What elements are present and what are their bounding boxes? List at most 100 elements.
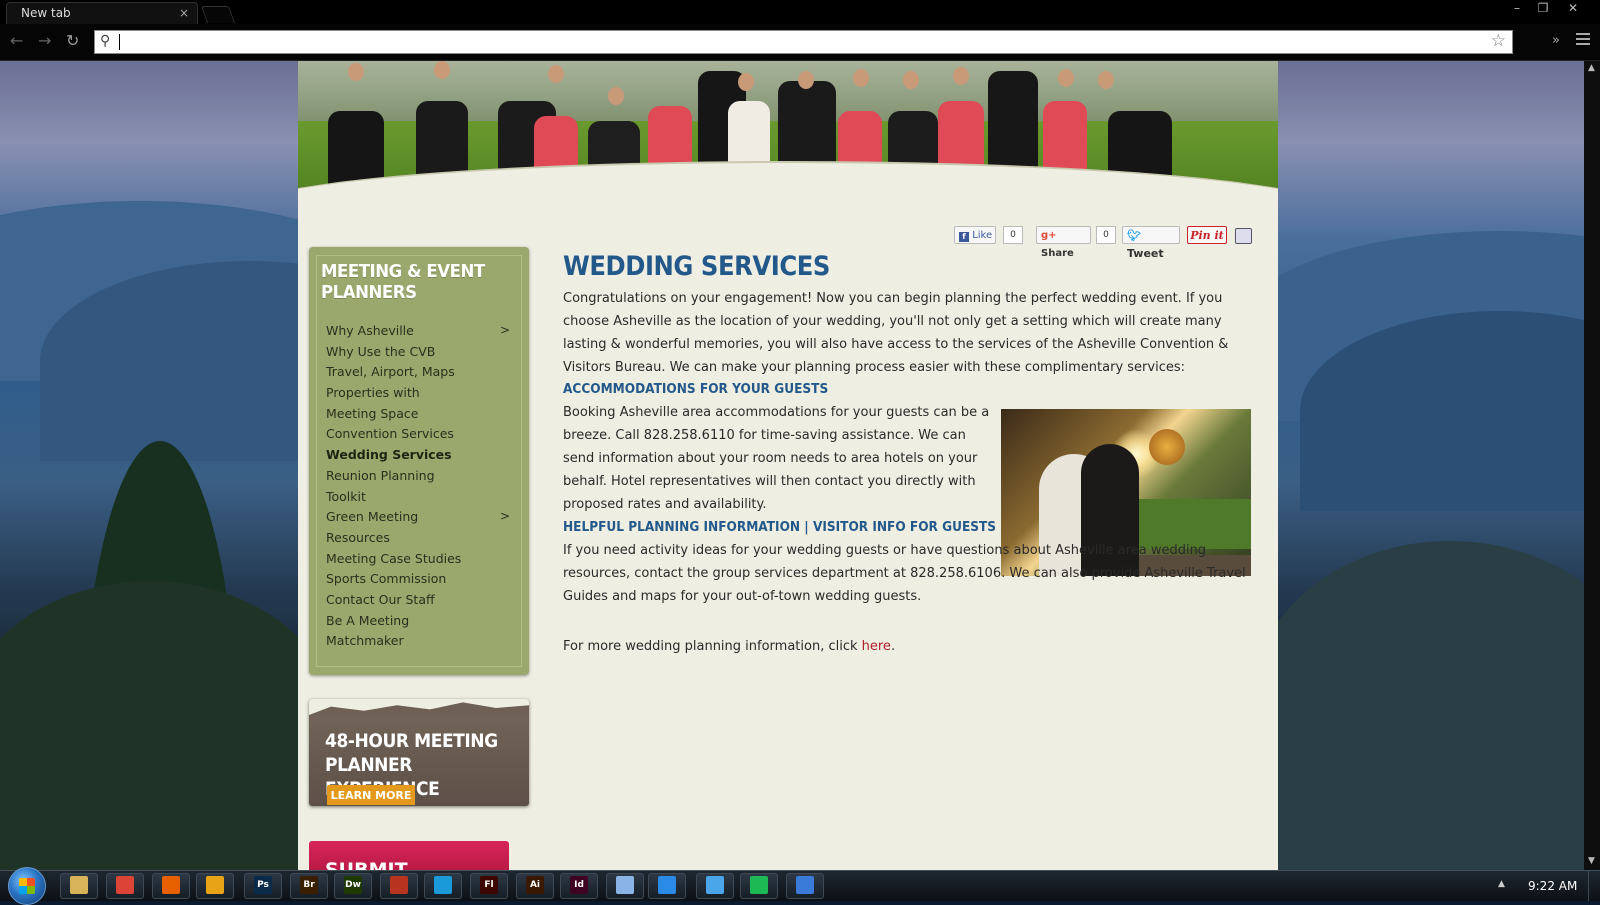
outlook-icon [206, 876, 224, 894]
header-banner-photo [298, 61, 1278, 221]
taskbar-bridge-button[interactable]: Br [290, 873, 328, 899]
taskbar-flash-button[interactable]: Fl [470, 873, 508, 899]
share-count: 0 [1096, 226, 1116, 244]
scroll-down-icon[interactable]: ▼ [1588, 856, 1595, 866]
taskbar-filezilla-button[interactable] [380, 873, 418, 899]
sidebar-nav: MEETING & EVENT PLANNERS Why Asheville > … [309, 247, 529, 675]
submit-label: SUBMIT [325, 859, 408, 870]
taskbar-window-button[interactable] [786, 873, 824, 899]
banner-head [608, 87, 624, 105]
flash-icon: Fl [480, 876, 498, 894]
taskbar-file-explorer-button[interactable] [60, 873, 98, 899]
pinterest-pin-button[interactable]: Pin it [1187, 226, 1227, 244]
learn-more-button[interactable]: LEARN MORE [327, 785, 415, 805]
planner-experience-promo[interactable]: 48-HOUR MEETING PLANNER EXPERIENCE LEARN… [309, 699, 529, 806]
show-desktop-button[interactable] [1588, 871, 1600, 901]
sidebar-item-toolkit[interactable]: Toolkit [326, 489, 510, 510]
banner-head [738, 73, 754, 91]
taskbar-firefox-button[interactable] [152, 873, 190, 899]
dreamweaver-icon: Dw [344, 876, 362, 894]
banner-head [953, 67, 969, 85]
sidebar-item-resources[interactable]: Resources [326, 530, 510, 551]
hamburger-menu-icon[interactable] [1576, 33, 1590, 48]
reload-icon[interactable]: ↻ [66, 33, 79, 49]
taskbar-messenger-button[interactable] [648, 873, 686, 899]
sidebar-item-travel[interactable]: Travel, Airport, Maps [326, 364, 510, 385]
forward-icon[interactable]: → [38, 33, 51, 49]
tweet-button[interactable]: 🐦︎ Tweet [1122, 226, 1180, 260]
banner-head [903, 71, 919, 89]
itunes-icon [706, 876, 724, 894]
taskbar-dreamweaver-button[interactable]: Dw [334, 873, 372, 899]
tab-new-tab[interactable]: New tab × [6, 2, 198, 24]
show-hidden-icons[interactable]: ▲ [1498, 879, 1505, 889]
taskbar-outlook-button[interactable] [196, 873, 234, 899]
sidebar-item-reunion-planning[interactable]: Reunion Planning [326, 468, 510, 489]
sidebar-item-case-studies[interactable]: Meeting Case Studies [326, 551, 510, 572]
address-bar[interactable]: ⚲ ☆ [94, 30, 1513, 54]
address-input[interactable] [119, 34, 1484, 50]
browser-toolbar: ← → ↻ ⚲ ☆ » [0, 24, 1600, 61]
sidebar-item-label: Wedding Services [326, 447, 452, 463]
submit-banner[interactable]: SUBMIT [309, 841, 509, 870]
tab-title: New tab [21, 6, 71, 20]
star-icon[interactable]: ☆ [1491, 31, 1506, 51]
taskbar-spotify-button[interactable] [740, 873, 778, 899]
back-icon[interactable]: ← [10, 33, 23, 49]
sidebar-item-green-meeting[interactable]: Green Meeting > [326, 509, 510, 530]
sidebar-item-label: Meeting Case Studies [326, 550, 462, 566]
taskbar-chat-button[interactable] [424, 873, 462, 899]
bridge-icon: Br [300, 876, 318, 894]
extensions-chevron-icon[interactable]: » [1552, 33, 1560, 48]
spotify-icon [750, 876, 768, 894]
illustrator-icon: Ai [526, 876, 544, 894]
sidebar-item-why-asheville[interactable]: Why Asheville > [326, 323, 510, 344]
sidebar-item-properties[interactable]: Properties with [326, 385, 510, 406]
chrome-icon [116, 876, 134, 894]
here-link[interactable]: here [862, 639, 891, 654]
tweet-label: Tweet [1127, 247, 1164, 260]
taskbar-indesign-button[interactable]: Id [560, 873, 598, 899]
google-plus-share-button[interactable]: g+ Share [1036, 226, 1091, 259]
new-tab-button[interactable] [200, 6, 236, 23]
taskbar-illustrator-button[interactable]: Ai [516, 873, 554, 899]
sidebar-item-label: Resources [326, 529, 390, 545]
messenger-icon [658, 876, 676, 894]
system-clock[interactable]: 9:22 AM [1528, 879, 1577, 893]
intro-paragraph: Congratulations on your engagement! Now … [563, 291, 1229, 375]
web-page: f Like 0 g+ Share 0 🐦︎ Tweet Pin it MEET… [298, 61, 1278, 870]
sidebar-item-wedding-services[interactable]: Wedding Services [326, 447, 510, 468]
sidebar-item-be-a-meeting[interactable]: Be A Meeting [326, 613, 510, 634]
page-viewport: f Like 0 g+ Share 0 🐦︎ Tweet Pin it MEET… [0, 61, 1600, 870]
more-info-suffix: . [890, 639, 896, 654]
close-window-icon[interactable]: ✕ [1560, 0, 1586, 18]
start-button[interactable] [8, 867, 46, 905]
scroll-up-icon[interactable]: ▲ [1588, 63, 1595, 73]
banner-head [1098, 71, 1114, 89]
sidebar-item-contact-staff[interactable]: Contact Our Staff [326, 592, 510, 613]
taskbar-itunes-button[interactable] [696, 873, 734, 899]
facebook-like-button[interactable]: f Like [954, 226, 996, 244]
sidebar-item-matchmaker[interactable]: Matchmaker [326, 633, 510, 654]
restore-icon[interactable]: ❐ [1530, 0, 1556, 18]
taskbar-photoshop-button[interactable]: Ps [244, 873, 282, 899]
banner-head [1058, 69, 1074, 87]
more-info-text: For more wedding planning information, c… [563, 639, 862, 654]
tab-close-icon[interactable]: × [179, 6, 189, 20]
sidebar-item-label: Meeting Space [326, 405, 419, 421]
printer-icon[interactable] [1235, 228, 1252, 244]
sidebar-item-sports-commission[interactable]: Sports Commission [326, 571, 510, 592]
sidebar-item-label: Reunion Planning [326, 467, 435, 483]
planning-info-paragraph: If you need activity ideas for your wedd… [563, 539, 1253, 608]
sidebar-item-label: Toolkit [326, 488, 366, 504]
google-plus-icon: g+ [1041, 230, 1057, 241]
page-scrollbar[interactable] [1584, 61, 1600, 870]
sidebar-item-meeting-space[interactable]: Meeting Space [326, 406, 510, 427]
facebook-icon: f [959, 232, 969, 242]
taskbar-notepad-button[interactable] [606, 873, 644, 899]
sidebar-item-why-use-cvb[interactable]: Why Use the CVB [326, 344, 510, 365]
taskbar-chrome-button[interactable] [106, 873, 144, 899]
minimize-icon[interactable]: – [1504, 0, 1530, 18]
sidebar-item-convention-services[interactable]: Convention Services [326, 426, 510, 447]
sidebar-item-label: Convention Services [326, 426, 454, 442]
